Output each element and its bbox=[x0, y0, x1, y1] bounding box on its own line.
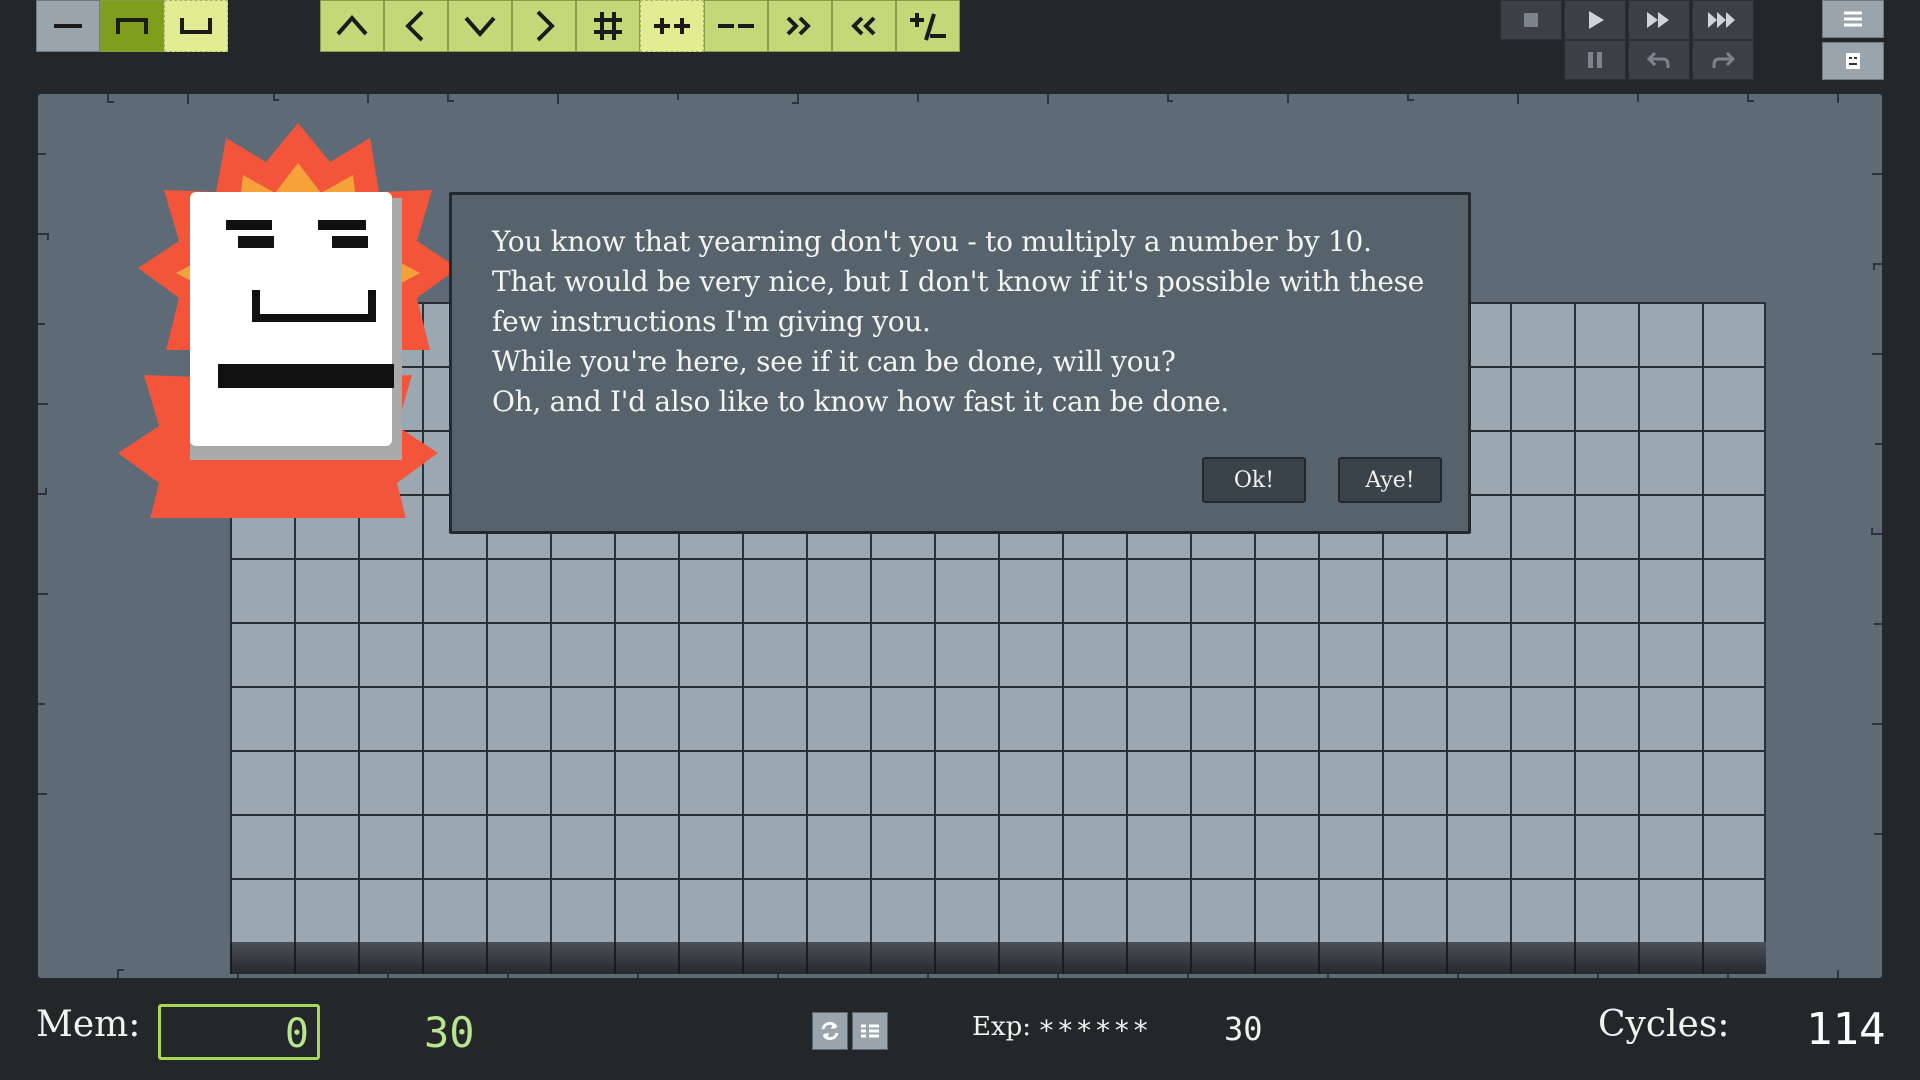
dialog-line-5: Oh, and I'd also like to know how fast i… bbox=[492, 385, 1230, 418]
left-arrow-icon bbox=[405, 10, 424, 42]
hash-icon bbox=[594, 12, 622, 40]
bracket-bottom-button[interactable] bbox=[164, 0, 228, 52]
fastest-forward-icon bbox=[1708, 12, 1735, 28]
down-instruction-button[interactable] bbox=[448, 0, 512, 52]
dialog-line-2: That would be very nice, but I don't kno… bbox=[492, 265, 1424, 298]
decrement-instruction-button[interactable] bbox=[704, 0, 768, 52]
double-left-icon bbox=[851, 16, 876, 36]
robot-right-eye bbox=[332, 236, 368, 248]
mem-count: 30 bbox=[424, 1008, 475, 1057]
dash-icon bbox=[54, 24, 82, 28]
down-arrow-icon bbox=[464, 16, 496, 38]
decrement-icon bbox=[718, 24, 754, 28]
play-icon bbox=[1589, 11, 1604, 29]
grid-bottom-strip bbox=[230, 942, 1766, 974]
double-right-icon bbox=[786, 16, 811, 36]
bracket-bottom-icon bbox=[180, 18, 212, 34]
robot-left-brow bbox=[226, 220, 272, 230]
undo-button[interactable] bbox=[1628, 40, 1690, 80]
plus-minus-icon bbox=[910, 13, 946, 41]
list-icon bbox=[861, 1024, 879, 1038]
pause-icon bbox=[1588, 52, 1602, 68]
dialog-line-4: While you're here, see if it can be done… bbox=[492, 345, 1176, 378]
redo-icon bbox=[1712, 51, 1736, 68]
refresh-button[interactable] bbox=[812, 1012, 848, 1050]
bracket-top-button[interactable] bbox=[100, 0, 164, 52]
dialog-line-3: few instructions I'm giving you. bbox=[492, 305, 931, 338]
robot-left-eye bbox=[238, 236, 274, 248]
right-arrow-icon bbox=[536, 10, 555, 42]
exp-value: 30 bbox=[1224, 1010, 1263, 1048]
aye-button[interactable]: Aye! bbox=[1338, 457, 1442, 503]
right-instruction-button[interactable] bbox=[512, 0, 576, 52]
up-arrow-icon bbox=[336, 14, 368, 36]
cycles-label: Cycles: bbox=[1598, 1004, 1730, 1045]
mem-label: Mem: bbox=[36, 1004, 141, 1045]
hamburger-menu-icon bbox=[1844, 11, 1862, 27]
message-dialog: You know that yearning don't you - to mu… bbox=[449, 192, 1471, 534]
hash-instruction-button[interactable] bbox=[576, 0, 640, 52]
exp-label: Exp: bbox=[972, 1012, 1032, 1042]
redo-button[interactable] bbox=[1692, 40, 1754, 80]
refresh-icon bbox=[821, 1021, 839, 1041]
cycles-value: 114 bbox=[1806, 1004, 1886, 1055]
robot-icon bbox=[1846, 53, 1860, 69]
fast-forward-icon bbox=[1647, 12, 1669, 28]
pause-button[interactable] bbox=[1564, 40, 1626, 80]
mem-input[interactable]: 0 bbox=[158, 1004, 320, 1060]
stop-icon bbox=[1524, 13, 1538, 27]
bracket-top-icon bbox=[116, 18, 148, 34]
dialog-line-1: You know that yearning don't you - to mu… bbox=[492, 225, 1372, 258]
increment-icon bbox=[654, 18, 690, 34]
left-instruction-button[interactable] bbox=[384, 0, 448, 52]
shift-left-instruction-button[interactable] bbox=[832, 0, 896, 52]
fast-forward-button[interactable] bbox=[1628, 0, 1690, 40]
increment-instruction-button[interactable] bbox=[640, 0, 704, 52]
list-view-button[interactable] bbox=[852, 1012, 888, 1050]
fastest-forward-button[interactable] bbox=[1692, 0, 1754, 40]
undo-icon bbox=[1646, 51, 1670, 68]
exp-stars: ****** bbox=[1038, 1014, 1152, 1047]
robot-button[interactable] bbox=[1822, 42, 1884, 80]
dash-button[interactable] bbox=[36, 0, 100, 52]
stop-button[interactable] bbox=[1500, 0, 1562, 40]
menu-button[interactable] bbox=[1822, 0, 1884, 38]
ok-button[interactable]: Ok! bbox=[1202, 457, 1306, 503]
shift-right-instruction-button[interactable] bbox=[768, 0, 832, 52]
up-instruction-button[interactable] bbox=[320, 0, 384, 52]
robot-mouth-bar bbox=[218, 364, 394, 388]
play-button[interactable] bbox=[1564, 0, 1626, 40]
robot-right-brow bbox=[318, 220, 366, 230]
robot-avatar bbox=[118, 123, 458, 518]
plus-minus-instruction-button[interactable] bbox=[896, 0, 960, 52]
mem-value: 0 bbox=[284, 1011, 309, 1057]
